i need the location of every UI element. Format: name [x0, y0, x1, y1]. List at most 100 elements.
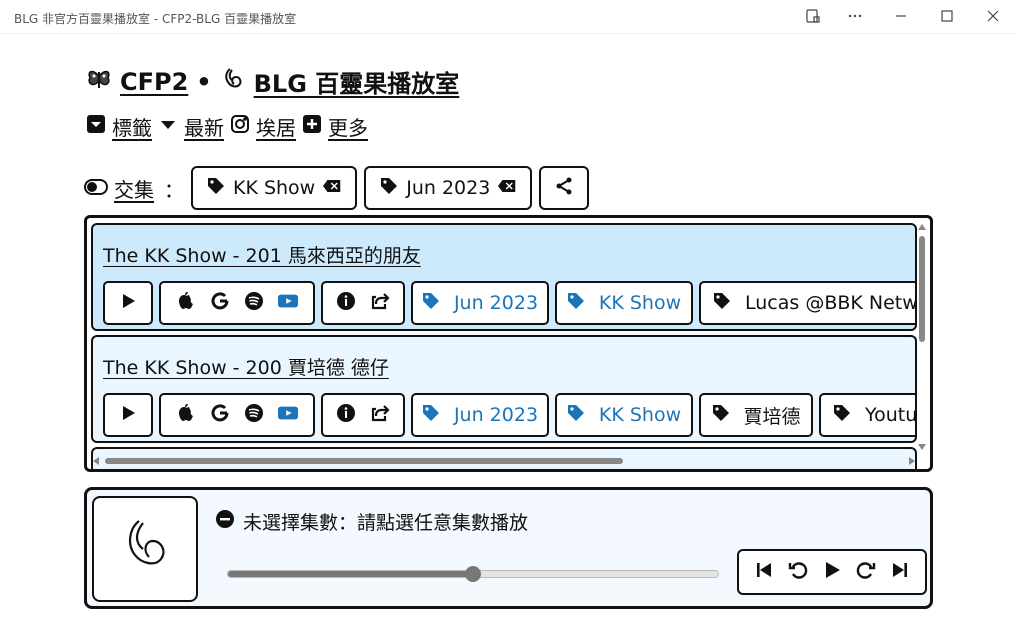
progress-fill — [228, 571, 473, 577]
reader-mode-icon[interactable] — [804, 8, 822, 26]
info-share-group — [321, 393, 405, 437]
intersection-toggle[interactable]: 交集 — [84, 174, 154, 203]
play-icon[interactable] — [822, 560, 842, 584]
tag-button[interactable]: KK Show — [555, 281, 693, 325]
tag-button[interactable]: Youtube — [819, 393, 917, 437]
window-title: BLG 非官方百靈果播放室 - CFP2-BLG 百靈果播放室 — [14, 12, 297, 26]
title-separator: • — [196, 67, 212, 96]
tag-label: KK Show — [598, 292, 682, 314]
tag-button[interactable]: Lucas @BBK Network — [699, 281, 917, 325]
remove-chip-icon[interactable] — [498, 177, 516, 200]
window-titlebar: BLG 非官方百靈果播放室 - CFP2-BLG 百靈果播放室 — [0, 0, 1016, 34]
plus-box-icon — [302, 114, 322, 139]
close-icon[interactable] — [984, 8, 1002, 26]
apple-podcasts-icon[interactable] — [176, 291, 196, 316]
youtube-icon[interactable] — [278, 403, 298, 428]
play-button[interactable] — [103, 281, 153, 325]
progress-thumb[interactable] — [465, 566, 481, 582]
episode-actions: Jun 2023 KK Show 賈培德 Youtube — [103, 393, 917, 437]
blg-logo-icon — [220, 66, 246, 98]
filter-chip-jun-2023[interactable]: Jun 2023 — [364, 166, 533, 210]
maximize-icon[interactable] — [938, 8, 956, 26]
info-icon[interactable] — [336, 291, 356, 316]
info-share-group — [321, 281, 405, 325]
vertical-scrollbar[interactable] — [916, 222, 928, 452]
audio-player: 未選擇集數：請點選任意集數播放 — [84, 487, 933, 609]
play-icon — [118, 291, 138, 316]
minimize-icon[interactable] — [892, 8, 910, 26]
episode-card[interactable]: The KK Show - 200 賈培德 德仔 Jun 2023 KK Sho… — [91, 335, 917, 443]
nav-tags-link[interactable]: 標籤 — [112, 112, 152, 141]
tag-button[interactable]: Jun 2023 — [411, 393, 549, 437]
tag-button[interactable]: Jun 2023 — [411, 281, 549, 325]
site-title: CFP2 • BLG 百靈果播放室 — [86, 64, 459, 99]
player-controls — [737, 549, 927, 595]
apple-podcasts-icon[interactable] — [176, 403, 196, 428]
share-icon — [555, 177, 573, 200]
spotify-icon[interactable] — [244, 403, 264, 428]
episode-title[interactable]: The KK Show - 201 馬來西亞的朋友 — [103, 241, 421, 268]
tag-button[interactable]: 賈培德 — [699, 393, 813, 437]
nav-more-link[interactable]: 更多 — [328, 112, 368, 141]
minus-circle-icon — [215, 509, 235, 534]
tag-icon — [422, 292, 440, 315]
tag-icon — [422, 404, 440, 427]
remove-chip-icon[interactable] — [323, 177, 341, 200]
google-podcasts-icon[interactable] — [210, 403, 230, 428]
filter-colon: ： — [164, 177, 184, 202]
tag-label: Youtube — [865, 404, 917, 426]
youtube-icon[interactable] — [278, 291, 298, 316]
share-out-icon[interactable] — [370, 291, 390, 316]
nav-instagram-link[interactable]: 埃居 — [256, 112, 296, 141]
tag-icon — [567, 292, 585, 315]
forward-icon[interactable] — [856, 560, 876, 584]
blg-podcast-link[interactable]: BLG 百靈果播放室 — [254, 64, 460, 99]
nav-latest-link[interactable]: 最新 — [184, 112, 224, 141]
filter-bar: 交集 ： KK Show Jun 2023 — [84, 166, 590, 210]
now-playing-status: 未選擇集數：請點選任意集數播放 — [243, 512, 529, 534]
more-options-icon[interactable] — [846, 8, 864, 26]
tag-icon — [380, 177, 398, 200]
toggle-icon — [84, 176, 108, 200]
share-out-icon[interactable] — [370, 403, 390, 428]
episode-actions: Jun 2023 KK Show Lucas @BBK Network — [103, 281, 917, 325]
blg-logo-icon — [121, 517, 169, 581]
tag-label: Jun 2023 — [453, 292, 539, 314]
caret-down-icon[interactable] — [158, 114, 178, 139]
main-nav: 標籤 最新 埃居 更多 — [86, 112, 368, 141]
episode-list[interactable]: The KK Show - 201 馬來西亞的朋友 Jun 2023 KK Sh… — [84, 215, 933, 472]
chip-label: Jun 2023 — [406, 177, 491, 199]
tag-label: Jun 2023 — [453, 404, 539, 426]
episode-card[interactable]: The KK Show - 201 馬來西亞的朋友 Jun 2023 KK Sh… — [91, 223, 917, 331]
tag-label: KK Show — [598, 404, 682, 426]
cfp2-link[interactable]: CFP2 — [120, 68, 188, 96]
rewind-icon[interactable] — [788, 560, 808, 584]
instagram-icon — [230, 114, 250, 139]
butterfly-logo-icon — [86, 66, 112, 98]
tag-icon — [833, 404, 851, 427]
chip-label: KK Show — [233, 177, 316, 199]
intersection-label[interactable]: 交集 — [114, 174, 154, 203]
tag-box-icon — [86, 114, 106, 139]
skip-next-icon[interactable] — [890, 560, 910, 584]
google-podcasts-icon[interactable] — [210, 291, 230, 316]
tag-icon — [712, 404, 730, 427]
filter-chip-kk-show[interactable]: KK Show — [191, 166, 358, 210]
horizontal-scrollbar[interactable] — [91, 453, 917, 467]
skip-previous-icon[interactable] — [754, 560, 774, 584]
share-button[interactable] — [539, 166, 590, 210]
tag-icon — [713, 292, 731, 315]
progress-slider[interactable] — [227, 566, 719, 582]
spotify-icon[interactable] — [244, 291, 264, 316]
tag-label: 賈培德 — [743, 405, 801, 428]
now-playing: 未選擇集數：請點選任意集數播放 — [215, 508, 528, 535]
play-button[interactable] — [103, 393, 153, 437]
episode-cover — [92, 496, 198, 602]
platform-links — [159, 281, 315, 325]
info-icon[interactable] — [336, 403, 356, 428]
tag-button[interactable]: KK Show — [555, 393, 693, 437]
tag-icon — [567, 404, 585, 427]
play-icon — [118, 403, 138, 428]
tag-label: Lucas @BBK Network — [745, 292, 917, 314]
episode-title[interactable]: The KK Show - 200 賈培德 德仔 — [103, 353, 389, 380]
